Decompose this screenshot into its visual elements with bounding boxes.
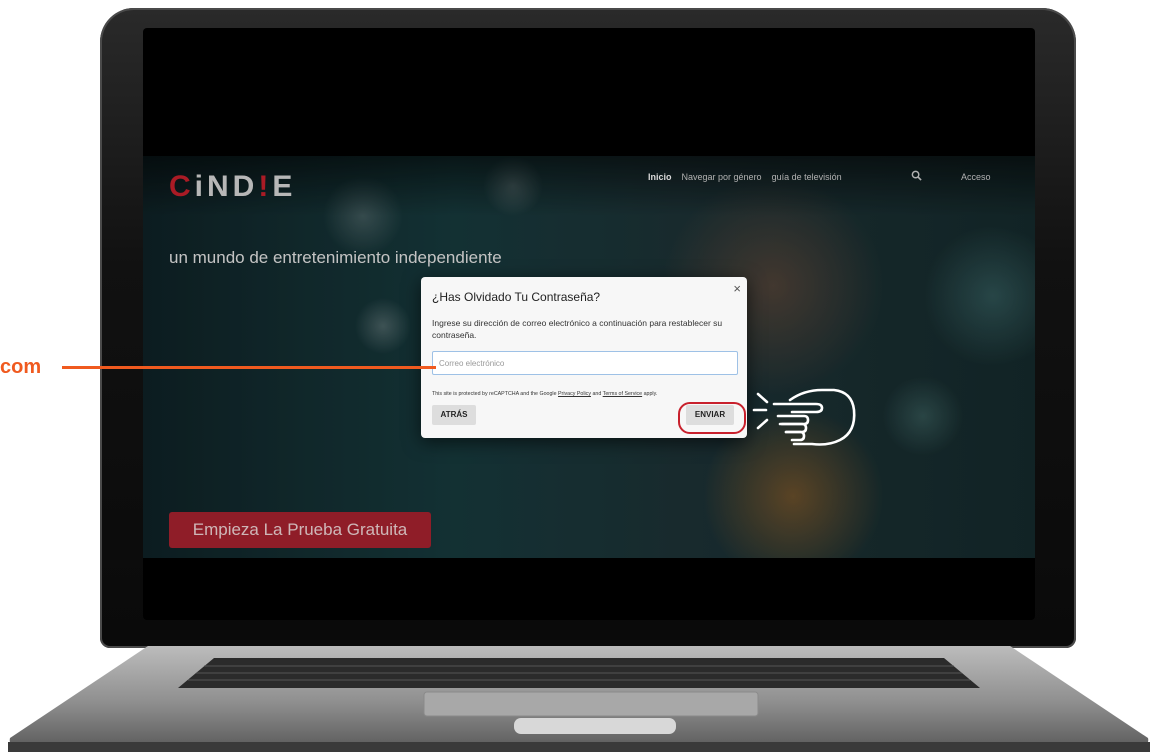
- email-input[interactable]: [432, 351, 738, 375]
- recaptcha-notice: This site is protected by reCAPTCHA and …: [432, 391, 742, 397]
- modal-description: Ingrese su dirección de correo electróni…: [432, 318, 723, 340]
- close-icon[interactable]: ×: [733, 281, 741, 296]
- privacy-policy-link[interactable]: Privacy Policy: [558, 391, 591, 397]
- recaptcha-and: and: [590, 391, 603, 397]
- modal-title: ¿Has Olvidado Tu Contraseña?: [432, 290, 601, 304]
- annotation-label: com: [0, 356, 42, 378]
- terms-of-service-link[interactable]: Terms of Service: [603, 391, 642, 397]
- send-button-highlight: [678, 402, 746, 434]
- annotation-pointer-line: [62, 366, 436, 369]
- laptop-base: [8, 646, 1150, 752]
- recaptcha-suffix: apply.: [642, 391, 658, 397]
- recaptcha-prefix: This site is protected by reCAPTCHA and …: [432, 391, 559, 397]
- website-viewport: CiND!E Inicio Navegar por género guía de…: [143, 156, 1035, 558]
- pointing-hand-icon: [752, 388, 856, 446]
- back-button[interactable]: ATRÁS: [432, 405, 476, 425]
